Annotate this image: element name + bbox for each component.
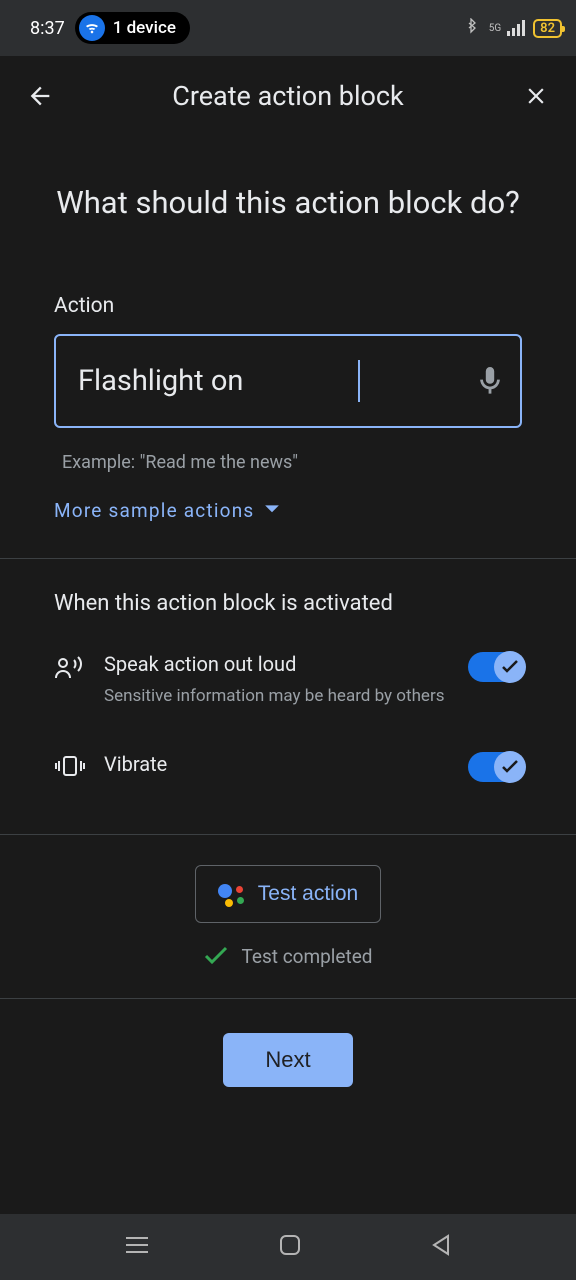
speak-label: Speak action out loud — [104, 652, 450, 676]
toggle-thumb — [494, 751, 526, 783]
app-header: Create action block — [0, 56, 576, 132]
recents-icon — [124, 1234, 150, 1256]
sample-link-label: More sample actions — [54, 499, 254, 522]
arrow-back-icon — [26, 82, 54, 110]
vibrate-toggle[interactable] — [468, 752, 522, 782]
signal-icon — [507, 20, 527, 36]
wifi-icon — [79, 15, 105, 41]
action-input[interactable] — [78, 364, 480, 398]
next-section: Next — [0, 999, 576, 1129]
test-section: Test action Test completed — [0, 835, 576, 998]
speak-toggle[interactable] — [468, 652, 522, 682]
bluetooth-icon — [465, 18, 479, 38]
battery-indicator: 82 — [533, 19, 562, 38]
checkmark-icon — [203, 946, 229, 966]
next-button[interactable]: Next — [223, 1033, 352, 1087]
speak-icon — [54, 652, 86, 680]
vibrate-setting-row: Vibrate — [54, 752, 522, 782]
activation-title: When this action block is activated — [54, 591, 522, 616]
page-title: Create action block — [66, 80, 510, 112]
close-button[interactable] — [520, 80, 552, 112]
speak-content: Speak action out loud Sensitive informat… — [104, 652, 450, 706]
system-nav-bar — [0, 1214, 576, 1280]
action-input-wrapper[interactable] — [54, 334, 522, 428]
status-left: 8:37 1 device — [30, 12, 190, 44]
text-cursor — [358, 360, 360, 402]
test-status: Test completed — [203, 945, 372, 968]
test-button-label: Test action — [258, 882, 358, 906]
back-button[interactable] — [24, 80, 56, 112]
test-action-button[interactable]: Test action — [195, 865, 381, 923]
signal-5g-label: 5G — [489, 23, 501, 34]
sample-actions-link[interactable]: More sample actions — [54, 473, 522, 558]
action-section: Action Example: "Read me the news" More … — [0, 244, 576, 558]
microphone-icon[interactable] — [480, 367, 500, 395]
toggle-thumb — [494, 651, 526, 683]
main-question: What should this action block do? — [0, 132, 576, 244]
example-text: Example: "Read me the news" — [54, 428, 522, 473]
action-label: Action — [54, 294, 522, 318]
assistant-logo-icon — [218, 880, 246, 908]
chevron-down-icon — [264, 504, 280, 516]
check-icon — [501, 660, 519, 674]
status-right: 5G 82 — [465, 18, 562, 38]
device-count: 1 device — [113, 18, 176, 38]
speak-setting-row: Speak action out loud Sensitive informat… — [54, 652, 522, 706]
test-status-label: Test completed — [241, 945, 372, 968]
back-triangle-icon — [430, 1233, 452, 1257]
vibrate-icon — [54, 752, 86, 778]
status-time: 8:37 — [30, 18, 65, 39]
vibrate-content: Vibrate — [104, 752, 450, 776]
device-pill[interactable]: 1 device — [75, 12, 190, 44]
check-icon — [501, 760, 519, 774]
status-bar: 8:37 1 device 5G 82 — [0, 0, 576, 56]
vibrate-label: Vibrate — [104, 752, 450, 776]
home-button[interactable] — [278, 1233, 302, 1261]
recents-button[interactable] — [124, 1234, 150, 1260]
activation-section: When this action block is activated Spea… — [0, 559, 576, 834]
home-icon — [278, 1233, 302, 1257]
speak-sublabel: Sensitive information may be heard by ot… — [104, 686, 450, 706]
back-nav-button[interactable] — [430, 1233, 452, 1261]
close-icon — [523, 83, 549, 109]
